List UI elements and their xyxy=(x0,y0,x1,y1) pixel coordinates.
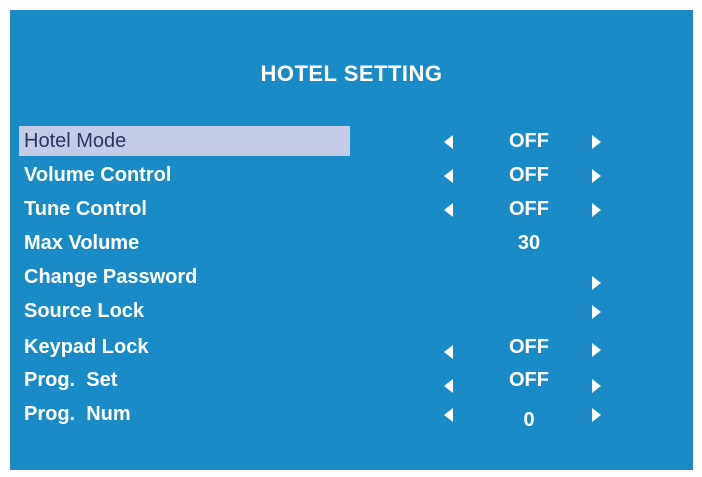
menu-item-volume-control[interactable]: Volume Control OFF xyxy=(19,160,689,194)
menu-title: HOTEL SETTING xyxy=(260,61,443,86)
menu-item-value: OFF xyxy=(509,164,549,186)
menu-item-keypad-lock[interactable]: Keypad Lock OFF xyxy=(19,332,689,366)
right-arrow-icon[interactable] xyxy=(592,305,601,319)
menu-item-value: OFF xyxy=(509,198,549,220)
right-arrow-icon[interactable] xyxy=(592,379,601,393)
menu-item-label: Prog. Set xyxy=(24,369,118,391)
menu-item-source-lock[interactable]: Source Lock xyxy=(19,296,689,330)
menu-item-label: Change Password xyxy=(24,266,198,288)
menu-item-label: Prog. Num xyxy=(24,403,131,425)
hotel-setting-screen: HOTEL SETTING Hotel Mode OFF Volume Cont… xyxy=(10,10,693,470)
right-arrow-icon[interactable] xyxy=(592,169,601,183)
right-arrow-icon[interactable] xyxy=(592,343,601,357)
menu-item-prog-num[interactable]: Prog. Num 0 xyxy=(19,399,689,433)
menu-item-label: Tune Control xyxy=(24,198,147,220)
menu-item-label: Keypad Lock xyxy=(24,336,149,358)
menu-item-label: Hotel Mode xyxy=(19,126,350,156)
left-arrow-icon[interactable] xyxy=(444,408,453,422)
left-arrow-icon[interactable] xyxy=(444,135,453,149)
right-arrow-icon[interactable] xyxy=(592,408,601,422)
right-arrow-icon[interactable] xyxy=(592,203,601,217)
left-arrow-icon[interactable] xyxy=(444,169,453,183)
right-arrow-icon[interactable] xyxy=(592,276,601,290)
menu-item-change-password[interactable]: Change Password xyxy=(19,262,689,296)
menu-item-max-volume[interactable]: Max Volume 30 xyxy=(19,228,689,262)
left-arrow-icon[interactable] xyxy=(444,379,453,393)
menu-item-tune-control[interactable]: Tune Control OFF xyxy=(19,194,689,228)
menu-item-label: Max Volume xyxy=(24,232,140,254)
menu-item-prog-set[interactable]: Prog. Set OFF xyxy=(19,365,689,399)
menu-item-value: OFF xyxy=(509,336,549,358)
menu-item-label: Volume Control xyxy=(24,164,172,186)
menu-item-value: OFF xyxy=(509,369,549,391)
menu-item-label: Source Lock xyxy=(24,300,145,322)
menu-item-value: 30 xyxy=(517,232,541,254)
menu-item-value: 0 xyxy=(523,409,535,431)
menu-item-hotel-mode[interactable]: Hotel Mode OFF xyxy=(19,126,689,160)
left-arrow-icon[interactable] xyxy=(444,203,453,217)
left-arrow-icon[interactable] xyxy=(444,345,453,359)
menu-item-value: OFF xyxy=(509,130,549,152)
right-arrow-icon[interactable] xyxy=(592,135,601,149)
